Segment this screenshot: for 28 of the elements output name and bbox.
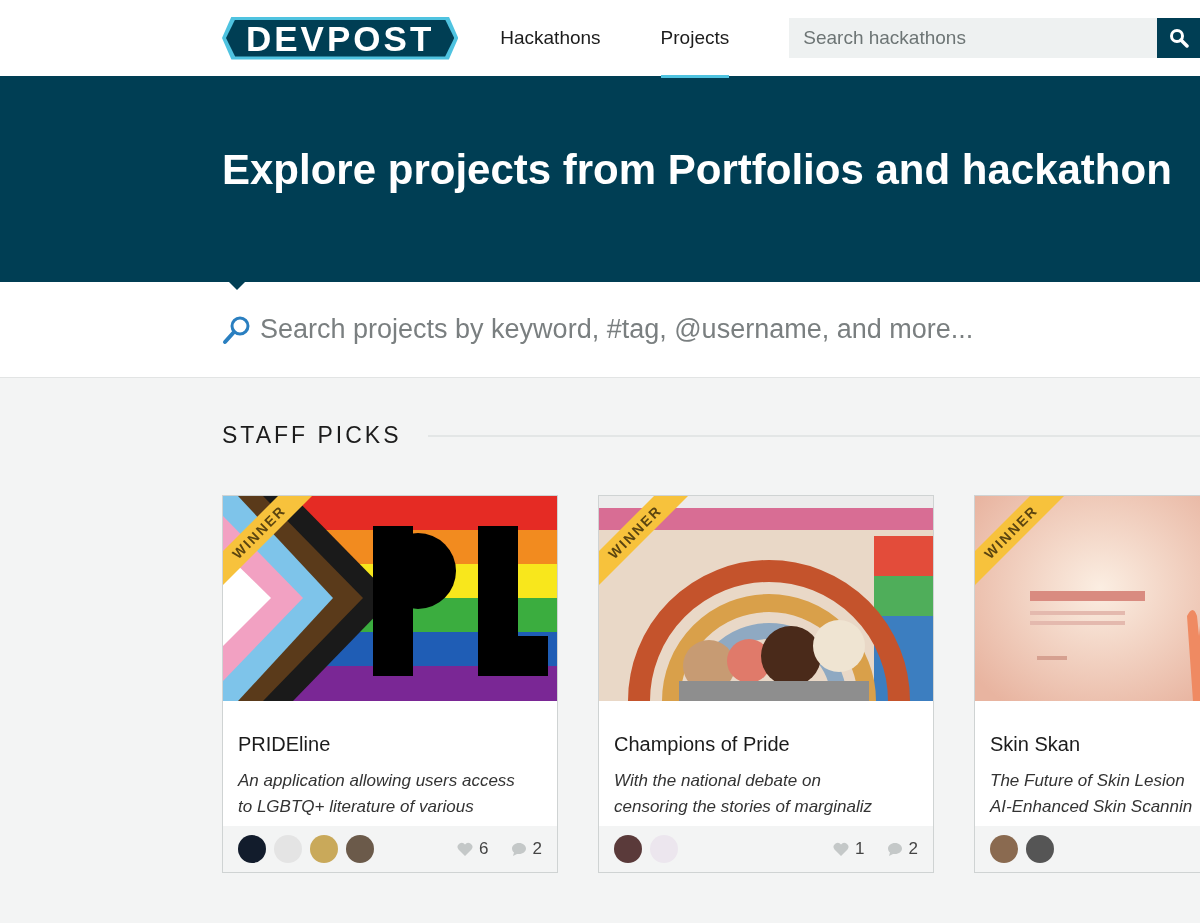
search-field[interactable]: Search projects by keyword, #tag, @username, and more... <box>260 312 1120 347</box>
heart-icon <box>833 842 850 856</box>
page-title: Explore projects from Portfolios and hackathon <box>222 146 1172 195</box>
nav-tab[interactable]: Hackathons <box>500 0 601 78</box>
project-title[interactable]: Champions of Pride <box>614 733 918 756</box>
comment-count: 2 <box>532 839 542 859</box>
avatar[interactable] <box>614 835 642 863</box>
search-icon <box>1168 28 1189 48</box>
project-title[interactable]: Skin Skan <box>990 733 1188 756</box>
search-field[interactable]: Search hackathons <box>789 18 1157 58</box>
comment-count: 2 <box>908 839 918 859</box>
like-count: 1 <box>855 839 865 859</box>
search-button[interactable] <box>1157 18 1200 58</box>
comment-icon <box>886 842 903 856</box>
avatar[interactable] <box>346 835 374 863</box>
heart-icon <box>457 842 474 856</box>
avatar[interactable] <box>1026 835 1054 863</box>
search-bar[interactable]: Search projects by keyword, #tag, @username, and more... <box>0 282 1200 378</box>
avatar[interactable] <box>238 835 266 863</box>
comment-icon <box>510 842 527 856</box>
project-description: An application allowing users access to LGBTQ+ literature of various <box>238 770 516 818</box>
section-title: STAFF PICKS <box>222 422 402 449</box>
project-title[interactable]: PRIDEline <box>238 733 542 756</box>
like-count: 6 <box>479 839 489 859</box>
logo[interactable]: DEVPOST <box>222 16 459 60</box>
project-description: With the national debate on censoring the stories of marginaliz <box>614 770 873 818</box>
search-icon <box>222 314 252 345</box>
project-description: The Future of Skin Lesion AI-Enhanced Skin Scannin <box>990 770 1194 818</box>
